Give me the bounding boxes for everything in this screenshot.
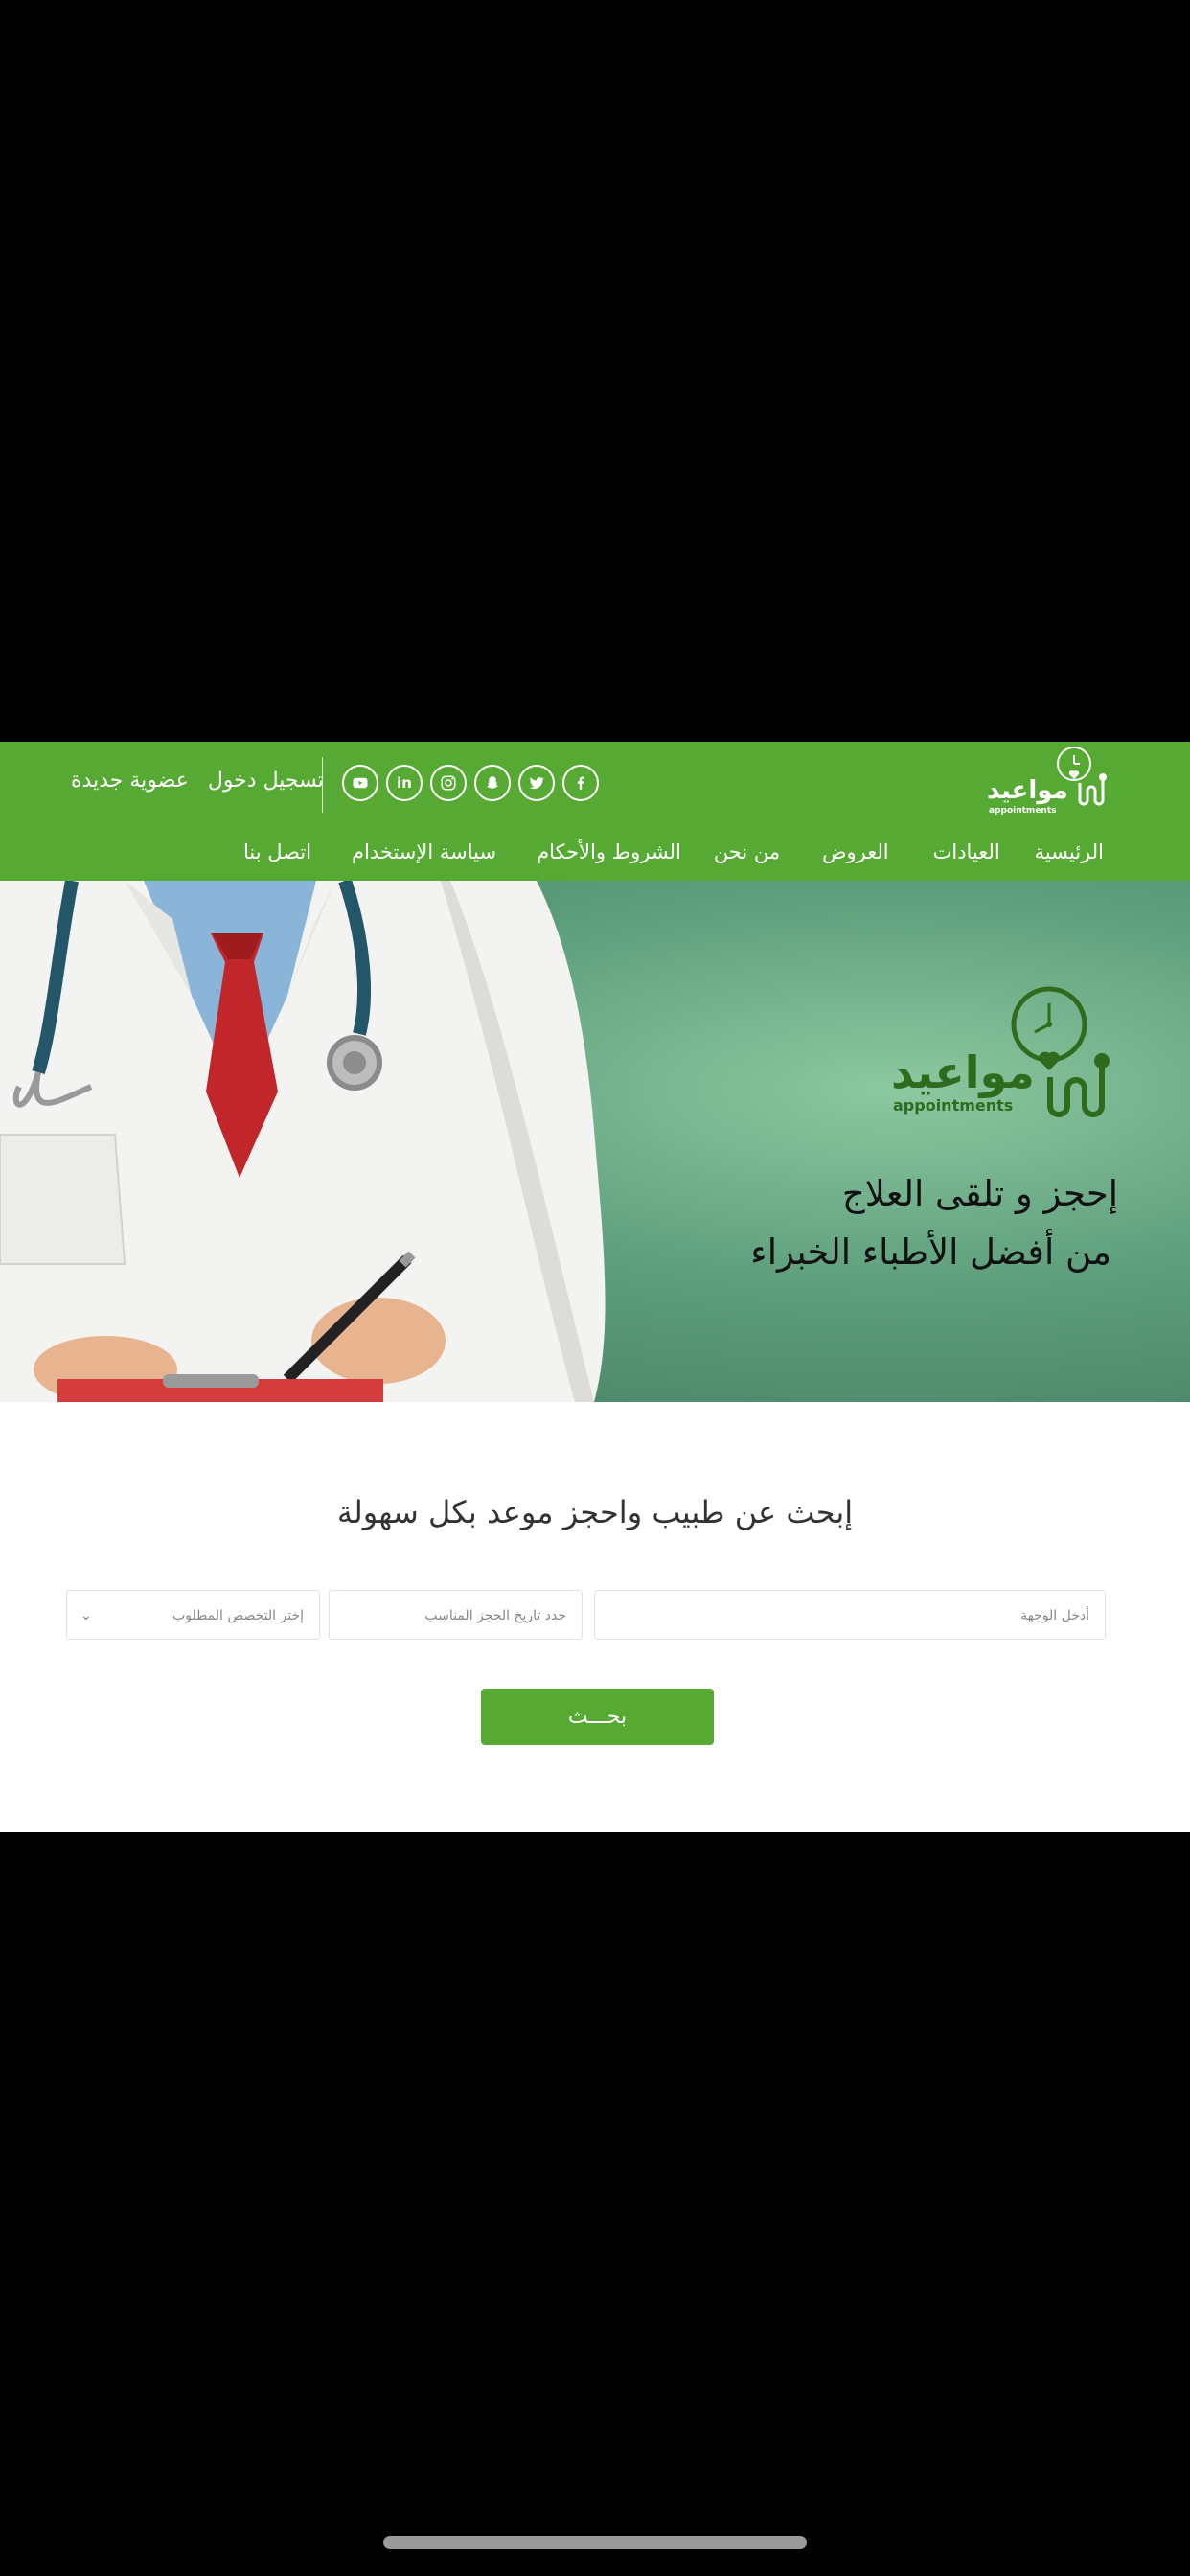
divider <box>322 757 323 813</box>
brand-logo[interactable]: مواعيد appointments <box>987 747 1111 818</box>
web-page: عضوية جديدة تسجيل دخول in مواعيد appoint… <box>0 742 1190 1832</box>
nav-usage-policy[interactable]: سياسة الإستخدام <box>352 838 496 866</box>
nav-home[interactable]: الرئيسية <box>1035 838 1104 866</box>
doctor-illustration <box>0 881 606 1402</box>
social-links: in <box>342 765 599 801</box>
snapchat-icon[interactable] <box>474 765 511 801</box>
nav-about[interactable]: من نحن <box>714 838 780 866</box>
brand-tagline: appointments <box>989 806 1056 816</box>
nav-contact[interactable]: اتصل بنا <box>243 838 311 866</box>
search-title: إبحث عن طبيب واحجز موعد بكل سهولة <box>336 1494 854 1530</box>
date-input[interactable]: حدد تاريخ الحجز المناسب <box>329 1590 583 1640</box>
nav-terms[interactable]: الشروط والأحكام <box>537 838 681 866</box>
facebook-icon[interactable] <box>562 765 599 801</box>
brand-name: مواعيد <box>987 776 1068 805</box>
specialty-select-label: إختر التخصص المطلوب <box>172 1608 304 1623</box>
main-nav: الرئيسية العيادات العروض من نحن الشروط و… <box>243 838 1104 866</box>
top-bar: عضوية جديدة تسجيل دخول in مواعيد appoint… <box>0 742 1190 881</box>
register-link[interactable]: عضوية جديدة <box>71 767 189 795</box>
home-indicator[interactable] <box>383 2536 807 2549</box>
hero-banner: مواعيد appointments إحجز و تلقى العلاج م… <box>0 881 1190 1402</box>
destination-input[interactable]: أدخل الوجهة <box>594 1590 1106 1640</box>
login-link[interactable]: تسجيل دخول <box>208 767 324 795</box>
hero-heading: إحجز و تلقى العلاج <box>841 1173 1118 1214</box>
chevron-down-icon: ⌄ <box>80 1608 92 1623</box>
specialty-select[interactable]: إختر التخصص المطلوب ⌄ <box>66 1590 320 1640</box>
youtube-icon[interactable] <box>342 765 378 801</box>
linkedin-icon[interactable]: in <box>386 765 423 801</box>
hero-logo: مواعيد appointments <box>891 986 1110 1117</box>
nav-clinics[interactable]: العيادات <box>933 838 1000 866</box>
account-links: عضوية جديدة تسجيل دخول <box>71 767 324 795</box>
hero-logo-text: مواعيد <box>891 1046 1035 1098</box>
hero-logo-tagline: appointments <box>893 1096 1013 1115</box>
nav-offers[interactable]: العروض <box>822 838 888 866</box>
twitter-icon[interactable] <box>518 765 555 801</box>
instagram-icon[interactable] <box>430 765 467 801</box>
hero-subheading: من أفضل الأطباء الخبراء <box>750 1231 1111 1273</box>
search-button[interactable]: بحـــث <box>481 1689 714 1745</box>
